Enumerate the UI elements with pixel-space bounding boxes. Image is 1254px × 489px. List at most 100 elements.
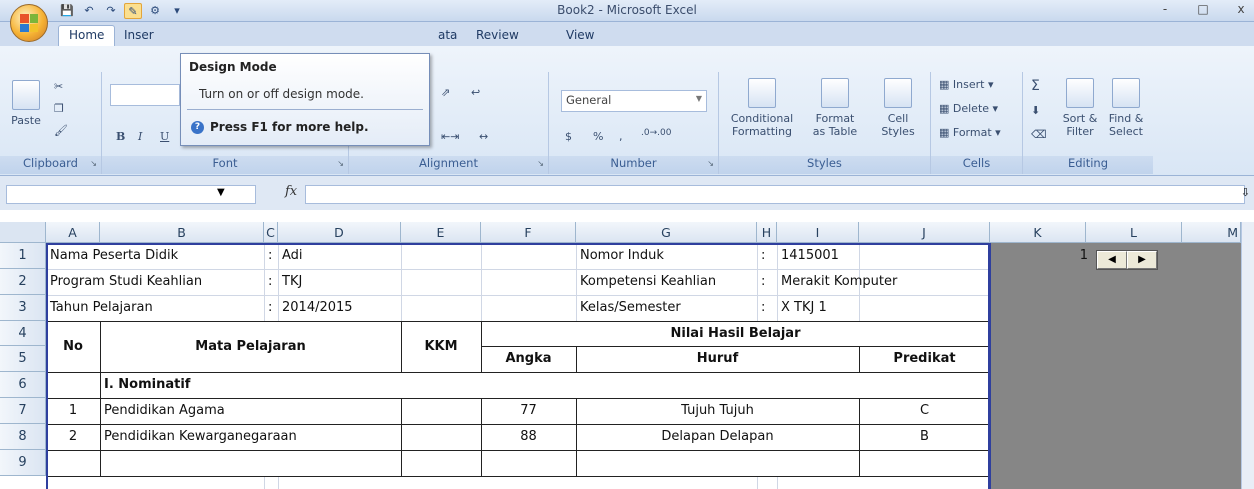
- select-all-corner[interactable]: [0, 222, 46, 243]
- sort-filter-button[interactable]: Sort & Filter: [1059, 78, 1101, 138]
- column-header-a[interactable]: A: [46, 222, 100, 243]
- cell-b8[interactable]: Pendidikan Kewarganegaraan: [100, 424, 297, 450]
- format-painter-icon[interactable]: 🖌: [54, 124, 68, 137]
- delete-cells-button[interactable]: ▦ Delete ▾: [939, 102, 998, 115]
- cell-j8[interactable]: B: [859, 424, 990, 450]
- cell-f8[interactable]: 88: [481, 424, 576, 450]
- autosum-button[interactable]: Σ: [1031, 78, 1040, 94]
- worksheet-grid[interactable]: A B C D E F G H I J K L M 1 2 3 4 5 6 7 …: [0, 222, 1254, 489]
- cell-g7[interactable]: Tujuh Tujuh: [576, 398, 859, 424]
- column-header-c[interactable]: C: [264, 222, 278, 243]
- cell-h1[interactable]: :: [757, 243, 765, 269]
- name-box[interactable]: ▼: [6, 185, 256, 204]
- redo-icon[interactable]: ↷: [102, 3, 120, 19]
- column-header-l[interactable]: L: [1086, 222, 1182, 243]
- cell-c3[interactable]: :: [264, 295, 272, 321]
- save-icon[interactable]: 💾: [58, 3, 76, 19]
- italic-button[interactable]: I: [138, 130, 142, 143]
- merge-center-icon[interactable]: ↔: [479, 130, 488, 143]
- customize-qat-icon[interactable]: ▾: [168, 3, 186, 19]
- close-button[interactable]: x: [1232, 2, 1250, 16]
- cell-g1[interactable]: Nomor Induk: [576, 243, 664, 269]
- cell-c1[interactable]: :: [264, 243, 272, 269]
- number-format-select[interactable]: General ▼: [561, 90, 707, 112]
- maximize-button[interactable]: □: [1194, 2, 1212, 16]
- column-header-k[interactable]: K: [990, 222, 1086, 243]
- formula-input[interactable]: [305, 185, 1245, 204]
- cell-styles-button[interactable]: Cell Styles: [873, 78, 923, 138]
- cell-a7[interactable]: 1: [46, 398, 100, 424]
- row-header-5[interactable]: 5: [0, 346, 46, 372]
- row-header-4[interactable]: 4: [0, 321, 46, 346]
- row-header-2[interactable]: 2: [0, 269, 46, 295]
- tab-view[interactable]: View: [556, 26, 604, 46]
- tab-insert[interactable]: Inser: [114, 26, 164, 46]
- vertical-scrollbar[interactable]: [1241, 222, 1254, 489]
- cell-d1[interactable]: Adi: [278, 243, 303, 269]
- column-header-b[interactable]: B: [100, 222, 264, 243]
- cell-b6[interactable]: I. Nominatif: [100, 372, 190, 398]
- cell-a8[interactable]: 2: [46, 424, 100, 450]
- paste-button[interactable]: Paste: [6, 80, 46, 127]
- fill-icon[interactable]: ⬇: [1031, 104, 1040, 117]
- cell-g3[interactable]: Kelas/Semester: [576, 295, 681, 321]
- comma-button[interactable]: ,: [619, 130, 623, 143]
- row-header-7[interactable]: 7: [0, 398, 46, 424]
- office-button[interactable]: [10, 4, 48, 42]
- tab-data[interactable]: ata: [428, 26, 467, 46]
- tab-home[interactable]: Home: [58, 25, 116, 47]
- cell-g8[interactable]: Delapan Delapan: [576, 424, 859, 450]
- spin-right-arrow-icon[interactable]: ▶: [1127, 251, 1157, 269]
- wrap-text-icon[interactable]: ↩: [471, 86, 480, 99]
- header-no[interactable]: No: [46, 321, 100, 372]
- find-select-button[interactable]: Find & Select: [1105, 78, 1147, 138]
- row-header-3[interactable]: 3: [0, 295, 46, 321]
- minimize-button[interactable]: -: [1156, 2, 1174, 16]
- percent-button[interactable]: %: [593, 130, 603, 143]
- tab-review[interactable]: Review: [466, 26, 529, 46]
- cell-b3[interactable]: Tahun Pelajaran: [46, 295, 153, 321]
- increase-decimal-icon[interactable]: .0→.00: [641, 128, 671, 138]
- cell-d3[interactable]: 2014/2015: [278, 295, 353, 321]
- chevron-down-icon[interactable]: ▼: [217, 187, 225, 198]
- orientation-icon[interactable]: ⇗: [441, 86, 450, 99]
- undo-icon[interactable]: ↶: [80, 3, 98, 19]
- row-header-8[interactable]: 8: [0, 424, 46, 450]
- header-huruf[interactable]: Huruf: [576, 346, 859, 372]
- cell-d2[interactable]: TKJ: [278, 269, 302, 295]
- cell-h2[interactable]: :: [757, 269, 765, 295]
- dialog-launcher-icon[interactable]: ↘: [337, 159, 344, 168]
- spin-left-arrow-icon[interactable]: ◀: [1097, 251, 1127, 269]
- cut-icon[interactable]: ✂: [54, 80, 63, 93]
- cell-b1[interactable]: Nama Peserta Didik: [46, 243, 178, 269]
- row-header-6[interactable]: 6: [0, 372, 46, 398]
- header-angka[interactable]: Angka: [481, 346, 576, 372]
- column-header-d[interactable]: D: [278, 222, 401, 243]
- clear-icon[interactable]: ⌫: [1031, 128, 1047, 141]
- cell-i3[interactable]: X TKJ 1: [777, 295, 827, 321]
- column-header-e[interactable]: E: [401, 222, 481, 243]
- cell-g2[interactable]: Kompetensi Keahlian: [576, 269, 716, 295]
- cell-i2[interactable]: Merakit Komputer: [777, 269, 897, 295]
- properties-icon[interactable]: ⚙: [146, 3, 164, 19]
- row-header-1[interactable]: 1: [0, 243, 46, 269]
- function-icon[interactable]: fx: [285, 184, 297, 199]
- cell-j7[interactable]: C: [859, 398, 990, 424]
- dialog-launcher-icon[interactable]: ↘: [90, 159, 97, 168]
- font-name-box[interactable]: [110, 84, 180, 106]
- column-header-h[interactable]: H: [757, 222, 777, 243]
- format-as-table-button[interactable]: Format as Table: [807, 78, 863, 138]
- column-header-f[interactable]: F: [481, 222, 576, 243]
- format-cells-button[interactable]: ▦ Format ▾: [939, 126, 1001, 139]
- conditional-formatting-button[interactable]: Conditional Formatting: [727, 78, 797, 138]
- column-header-m[interactable]: M: [1182, 222, 1241, 243]
- cell-c2[interactable]: :: [264, 269, 272, 295]
- insert-cells-button[interactable]: ▦ Insert ▾: [939, 78, 993, 91]
- column-header-j[interactable]: J: [859, 222, 990, 243]
- design-mode-icon[interactable]: ✎: [124, 3, 142, 19]
- cell-b2[interactable]: Program Studi Keahlian: [46, 269, 202, 295]
- dialog-launcher-icon[interactable]: ↘: [537, 159, 544, 168]
- expand-formula-bar-icon[interactable]: ⇩: [1241, 186, 1250, 199]
- header-predikat[interactable]: Predikat: [859, 346, 990, 372]
- column-header-g[interactable]: G: [576, 222, 757, 243]
